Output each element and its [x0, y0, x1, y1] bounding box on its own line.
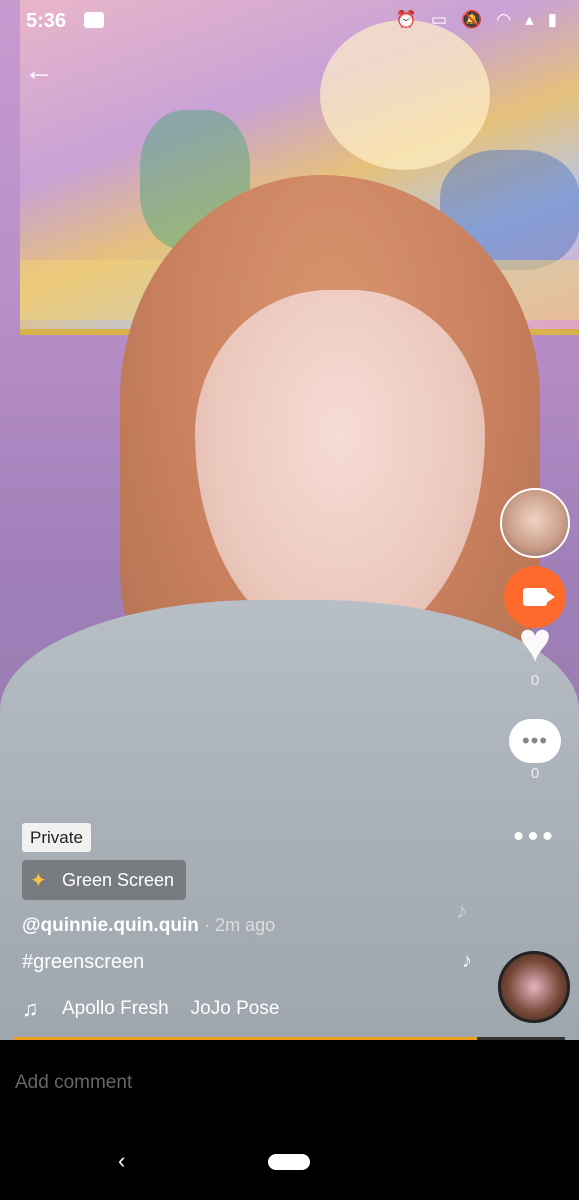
- comment-bubble-icon[interactable]: •••: [509, 719, 561, 763]
- post-time: · 2m ago: [204, 915, 276, 935]
- magic-wand-icon: ✦: [30, 869, 47, 892]
- private-badge: Private: [22, 823, 91, 852]
- heart-icon[interactable]: ♥: [518, 614, 551, 670]
- video-camera-icon: [523, 588, 555, 606]
- nav-home-pill[interactable]: [268, 1154, 310, 1170]
- wifi-icon: ◠: [496, 10, 512, 29]
- music-title-scroll: JoJo Pose: [190, 998, 280, 1019]
- back-arrow-icon[interactable]: ←: [24, 54, 58, 88]
- system-nav-bar: ‹: [0, 1124, 579, 1200]
- music-disc-avatar[interactable]: [498, 951, 570, 1023]
- status-time: 5:36: [26, 10, 67, 32]
- like-count: 0: [530, 672, 540, 689]
- add-comment-input[interactable]: [15, 1070, 555, 1096]
- floating-note-icon: ♪: [456, 898, 467, 923]
- effect-label: Green Screen: [62, 869, 175, 890]
- floating-note-icon-2: ♪: [462, 950, 472, 972]
- more-options-icon[interactable]: •••: [513, 822, 557, 852]
- creator-avatar[interactable]: [500, 488, 570, 558]
- battery-icon: ▮: [547, 10, 557, 29]
- music-title: Apollo Fresh: [62, 998, 169, 1019]
- author-username[interactable]: @quinnie.quin.quin: [22, 915, 199, 936]
- effect-tag[interactable]: ✦ Green Screen: [22, 860, 186, 900]
- status-bar: 5:36 ⏰ ▭ 🔕 ◠ ▴ ▮: [0, 0, 579, 44]
- signal-icon: ▴: [525, 10, 534, 29]
- comment-bar: [0, 1040, 579, 1124]
- hashtag-link[interactable]: #greenscreen: [22, 951, 144, 974]
- cast-icon: ▭: [431, 10, 448, 29]
- author-line: @quinnie.quin.quin · 2m ago: [22, 915, 275, 937]
- nav-back-icon[interactable]: ‹: [118, 1148, 125, 1174]
- mute-icon: 🔕: [461, 10, 483, 29]
- status-icons: ⏰ ▭ 🔕 ◠ ▴ ▮: [396, 10, 557, 30]
- screen-record-icon: [84, 12, 104, 28]
- music-note-icon: ♫: [22, 996, 39, 1021]
- alarm-icon: ⏰: [395, 10, 418, 29]
- person-shirt: [0, 600, 579, 1040]
- side-action-rail: ♥ 0 ••• 0 •••: [499, 488, 571, 852]
- music-info[interactable]: ♫ Apollo Fresh JoJo Pose: [22, 996, 279, 1022]
- comment-count: 0: [530, 765, 540, 782]
